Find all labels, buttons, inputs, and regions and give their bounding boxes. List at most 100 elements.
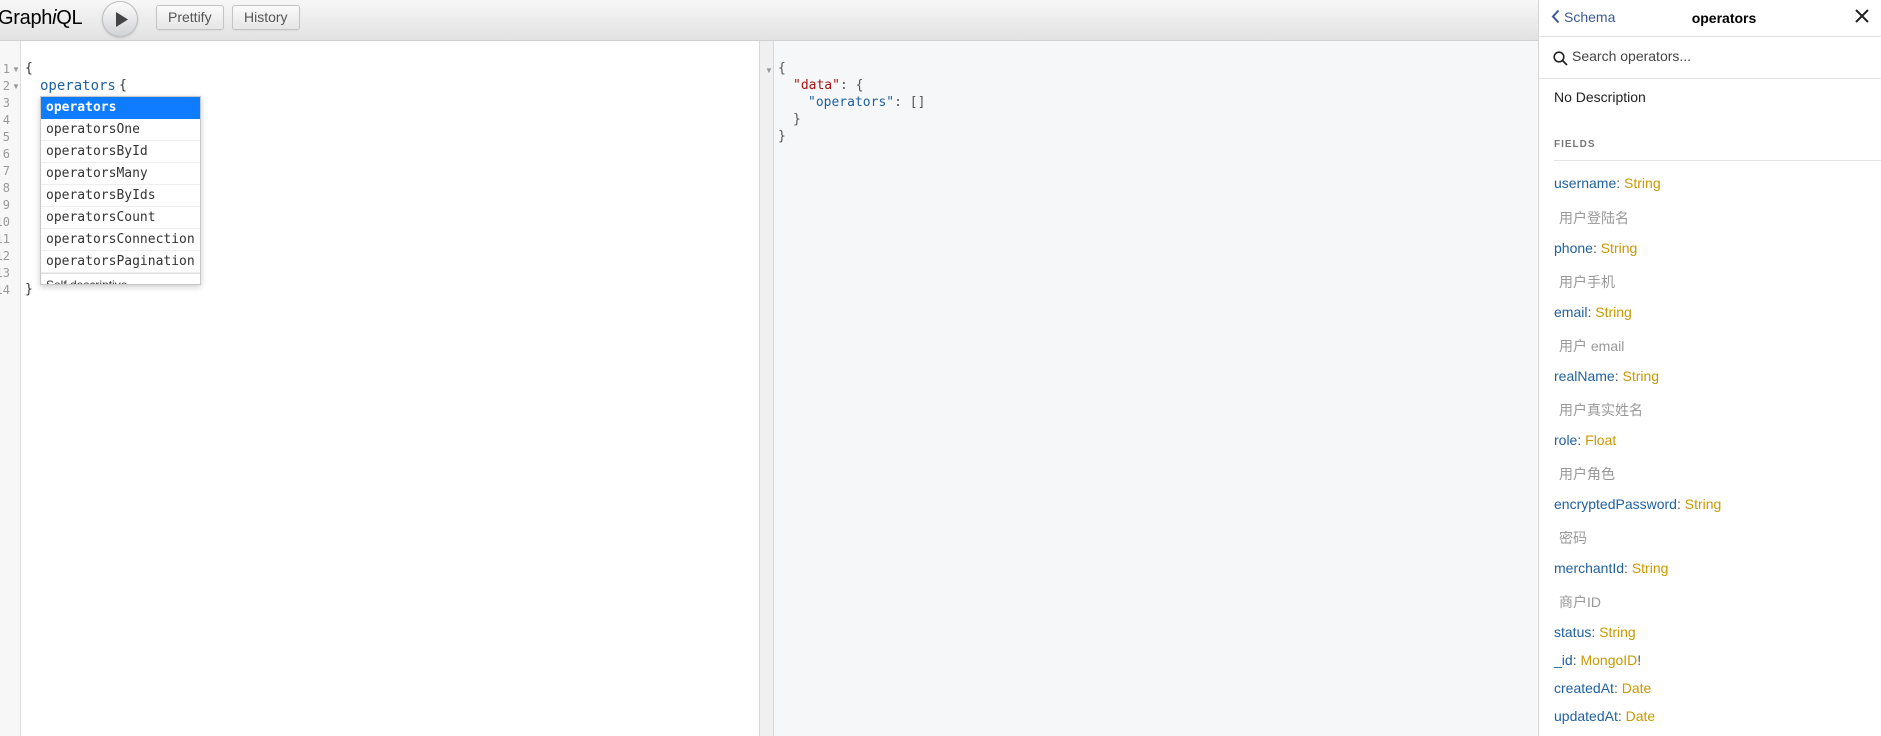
result-data-key: "data" [793,78,840,93]
result-operators-key: "operators" [808,95,895,110]
line-number: 7 [2,164,10,178]
docs-explorer: Schema operators No Description FIELDS u… [1538,0,1881,736]
code-close-brace: } [25,282,33,297]
line-number: 8 [2,181,10,195]
docs-search [1539,37,1881,79]
line-number: 13 [0,266,10,280]
autocomplete-item[interactable]: operatorsByIds [41,185,200,207]
history-button[interactable]: History [232,5,300,30]
field-name-link[interactable]: encryptedPassword [1554,496,1677,512]
field-status: status: String [1554,624,1636,640]
field-name-link[interactable]: _id [1554,652,1573,668]
field-description: 用户登陆名 [1559,210,1629,226]
result-viewer: ▼ { "data": { "operators": [] } } [765,41,1538,736]
autocomplete-item[interactable]: operatorsPagination [41,251,200,273]
result-operators-line: "operators": [] [808,95,925,110]
result-data-colon: : { [839,78,864,93]
line-number: 9 [2,198,10,212]
result-close-brace: } [778,129,786,144]
field-name-link[interactable]: createdAt [1554,680,1614,696]
close-docs-button[interactable] [1855,9,1869,28]
field-type-link[interactable]: Float [1585,432,1616,448]
field-description: 用户角色 [1559,466,1615,482]
toolbar: GraphiQL Prettify History [0,0,1538,41]
field-type-link[interactable]: String [1599,624,1636,640]
result-data-line: "data": { [793,78,863,93]
fields-section-title: FIELDS [1554,139,1881,161]
autocomplete-item[interactable]: operatorsMany [41,163,200,185]
autocomplete-dropdown: operators operatorsOne operatorsById ope… [40,96,201,285]
field-description: 密码 [1559,530,1587,546]
autocomplete-item[interactable]: operatorsCount [41,207,200,229]
type-description: No Description [1554,89,1646,105]
field-email: email: String [1554,304,1632,320]
line-number: 14 [0,283,10,297]
prettify-button[interactable]: Prettify [156,5,224,30]
result-inner-close: } [793,112,801,127]
field-realName: realName: String [1554,368,1660,384]
autocomplete-description: Self descriptive. [41,273,200,284]
graphiql-logo: GraphiQL [0,7,83,29]
field-description: 用户真实姓名 [1559,402,1643,418]
field-role: role: Float [1554,432,1617,448]
field-type-link[interactable]: Date [1622,680,1652,696]
field-type-link[interactable]: String [1685,496,1722,512]
code-open-brace: { [25,61,33,76]
play-icon [116,12,128,27]
line-number-gutter: 1 ▼ 2 ▼ 3 4 5 6 7 8 9 10 11 12 13 14 [0,41,21,736]
autocomplete-item[interactable]: operatorsById [41,141,200,163]
line-number: 12 [0,249,10,263]
line-number: 11 [0,232,10,246]
line-number: 10 [0,215,10,229]
line-number: 6 [2,147,10,161]
autocomplete-item[interactable]: operators [41,97,200,119]
field-username: username: String [1554,175,1661,191]
docs-header: Schema operators [1539,0,1881,37]
non-null-marker: ! [1637,652,1642,668]
field-description: 用户 email [1559,338,1625,354]
field-updatedAt: updatedAt: Date [1554,708,1656,724]
result-open-brace: { [778,61,786,76]
field-name-link[interactable]: realName [1554,368,1615,384]
field-type-link[interactable]: String [1624,175,1661,191]
field-type-link[interactable]: String [1622,368,1659,384]
line-number: 3 [2,96,10,110]
field-name-link[interactable]: role [1554,432,1577,448]
result-operators-value: : [] [894,95,926,110]
field-name-link[interactable]: phone [1554,240,1593,256]
autocomplete-item[interactable]: operatorsOne [41,119,200,141]
line-number: 1 [2,62,10,76]
field-description: 用户手机 [1559,274,1615,290]
field-name-link[interactable]: merchantId [1554,560,1624,576]
close-icon [1855,9,1869,23]
field-type-link[interactable]: String [1632,560,1669,576]
field-type-link[interactable]: Date [1626,708,1656,724]
field-name-link[interactable]: email [1554,304,1587,320]
field-type-link[interactable]: String [1595,304,1632,320]
field-merchantId: merchantId: String [1554,560,1669,576]
code-inner-brace: { [119,78,127,93]
field-name-link[interactable]: status [1554,624,1591,640]
fold-arrow-icon[interactable]: ▼ [765,66,773,75]
field-createdAt: createdAt: Date [1554,680,1652,696]
field-encryptedPassword: encryptedPassword: String [1554,496,1722,512]
docs-title: operators [1691,10,1757,26]
field-phone: phone: String [1554,240,1638,256]
line-number: 4 [2,113,10,127]
execute-query-button[interactable] [102,1,138,37]
fold-arrow-icon[interactable]: ▼ [12,65,20,74]
field-type-link[interactable]: MongoID [1580,652,1637,668]
line-number: 2 [2,79,10,93]
query-editor[interactable]: 1 ▼ 2 ▼ 3 4 5 6 7 8 9 10 11 12 13 14 { o… [0,41,759,736]
fold-arrow-icon[interactable]: ▼ [12,82,20,91]
field-type-link[interactable]: String [1601,240,1638,256]
field-name-link[interactable]: username [1554,175,1616,191]
code-query-field: operators [40,78,116,94]
line-number: 5 [2,130,10,144]
autocomplete-item[interactable]: operatorsConnection [41,229,200,251]
docs-search-input[interactable] [1572,48,1862,64]
search-icon [1553,51,1568,66]
pane-divider[interactable] [759,41,774,736]
field-name-link[interactable]: updatedAt [1554,708,1618,724]
field-id: _id: MongoID! [1554,652,1642,668]
